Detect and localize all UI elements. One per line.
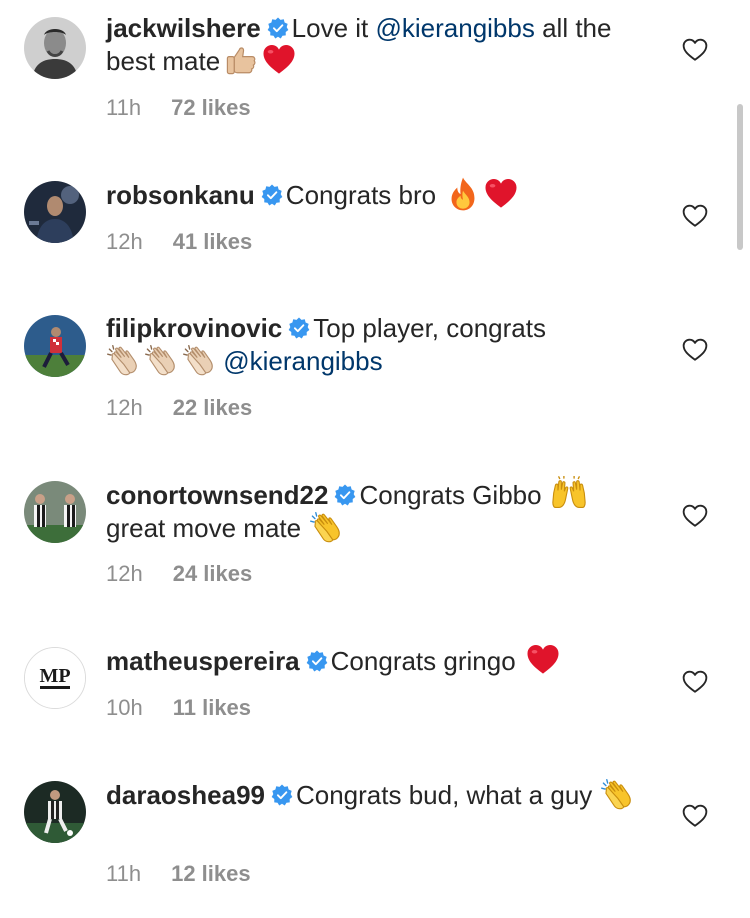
comment-text: daraoshea99 Congrats bud, what a guy xyxy=(106,778,651,811)
heart-outline-icon[interactable] xyxy=(682,670,708,694)
comment-likes-count[interactable]: 72 likes xyxy=(171,95,251,121)
comment-meta: 12h 24 likes xyxy=(106,561,252,587)
avatar[interactable]: MP xyxy=(24,647,86,709)
heart-outline-icon[interactable] xyxy=(682,204,708,228)
comment-body: Love it xyxy=(291,13,376,43)
comment-meta: 12h 22 likes xyxy=(106,395,252,421)
verified-badge-icon xyxy=(267,17,289,39)
clapping-hands-emoji-icon xyxy=(182,344,216,376)
comment-text: matheuspereira Congrats gringo xyxy=(106,644,651,677)
thumbs-up-emoji-icon xyxy=(224,44,258,76)
comment-body: Congrats bro xyxy=(285,180,437,210)
avatar[interactable] xyxy=(24,315,86,377)
comment-username[interactable]: robsonkanu xyxy=(106,180,255,210)
verified-badge-icon xyxy=(334,484,356,506)
comment-username[interactable]: daraoshea99 xyxy=(106,780,265,810)
avatar[interactable] xyxy=(24,481,86,543)
avatar[interactable] xyxy=(24,181,86,243)
mention-link[interactable]: @kierangibbs xyxy=(223,346,382,376)
avatar[interactable] xyxy=(24,17,86,79)
comment-body: Congrats Gibbo xyxy=(359,480,542,510)
heart-outline-icon[interactable] xyxy=(682,38,708,62)
red-heart-emoji-icon xyxy=(526,644,560,676)
comment-meta: 10h 11 likes xyxy=(106,695,251,721)
comment-username[interactable]: filipkrovinovic xyxy=(106,313,282,343)
heart-outline-icon[interactable] xyxy=(682,338,708,362)
clapping-hands-emoji-icon xyxy=(600,778,634,810)
comment-body: Congrats bud, what a guy xyxy=(295,780,593,810)
fire-emoji-icon xyxy=(446,178,480,210)
comment-timestamp: 12h xyxy=(106,561,143,586)
clapping-hands-emoji-icon xyxy=(144,344,178,376)
comment-timestamp: 12h xyxy=(106,395,143,420)
red-heart-emoji-icon xyxy=(262,44,296,76)
comment-likes-count[interactable]: 12 likes xyxy=(171,861,251,887)
avatar-logo-text: MP xyxy=(39,665,70,687)
verified-badge-icon xyxy=(271,784,293,806)
verified-badge-icon xyxy=(261,184,283,206)
heart-outline-icon[interactable] xyxy=(682,804,708,828)
comment-likes-count[interactable]: 41 likes xyxy=(173,229,253,255)
clapping-hands-emoji-icon xyxy=(106,344,140,376)
comment-body-continued: great move mate xyxy=(106,513,302,543)
comment-text: filipkrovinovic Top player, congrats @kie… xyxy=(106,312,651,377)
comment-likes-count[interactable]: 22 likes xyxy=(173,395,253,421)
heart-outline-icon[interactable] xyxy=(682,504,708,528)
verified-badge-icon xyxy=(306,650,328,672)
comment-text: robsonkanu Congrats bro xyxy=(106,178,651,211)
comment-likes-count[interactable]: 24 likes xyxy=(173,561,253,587)
verified-badge-icon xyxy=(288,317,310,339)
scrollbar-thumb[interactable] xyxy=(737,104,743,250)
comment-text: jackwilshere Love it @kierangibbs all the… xyxy=(106,12,651,77)
raising-hands-emoji-icon xyxy=(550,478,584,510)
mention-link[interactable]: @kierangibbs xyxy=(375,13,534,43)
comment-meta: 12h 41 likes xyxy=(106,229,252,255)
comment-likes-count[interactable]: 11 likes xyxy=(173,695,251,721)
red-heart-emoji-icon xyxy=(484,178,518,210)
clapping-hands-emoji-icon xyxy=(309,511,343,543)
comment-timestamp: 11h xyxy=(106,861,142,886)
comment-text: conortownsend22 Congrats Gibbo great move … xyxy=(106,478,651,544)
comment-username[interactable]: conortownsend22 xyxy=(106,480,328,510)
comment-body: Top player, congrats xyxy=(313,313,546,343)
comment-meta: 11h 72 likes xyxy=(106,95,251,121)
comment-username[interactable]: jackwilshere xyxy=(106,13,261,43)
comment-timestamp: 12h xyxy=(106,229,143,254)
comment-timestamp: 10h xyxy=(106,695,143,720)
comment-body: Congrats gringo xyxy=(330,646,516,676)
avatar[interactable] xyxy=(24,781,86,843)
comment-username[interactable]: matheuspereira xyxy=(106,646,300,676)
comment-meta: 11h 12 likes xyxy=(106,861,251,887)
comment-timestamp: 11h xyxy=(106,95,142,120)
